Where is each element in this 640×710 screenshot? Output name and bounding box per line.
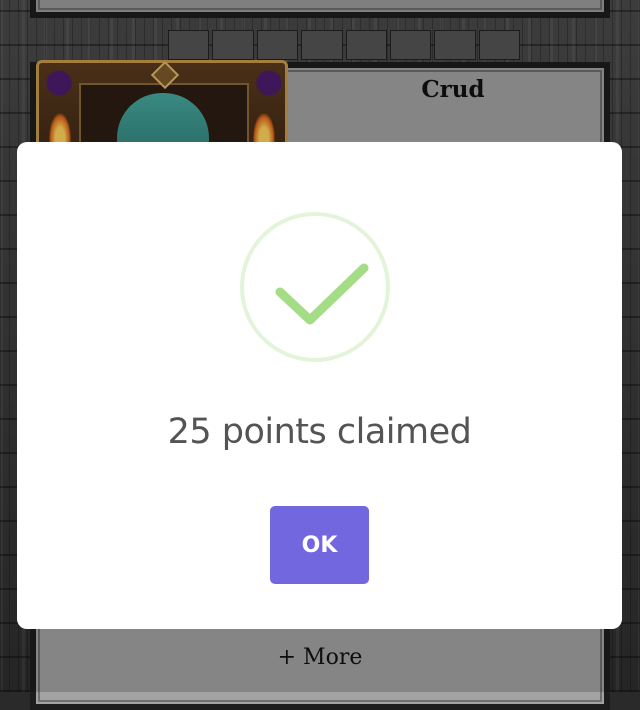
- dialog-title: 25 points claimed: [167, 412, 472, 452]
- check-mark-icon: [275, 263, 369, 325]
- success-check-icon: [240, 212, 390, 362]
- ok-button[interactable]: OK: [270, 506, 369, 584]
- success-dialog: 25 points claimed OK: [17, 142, 622, 629]
